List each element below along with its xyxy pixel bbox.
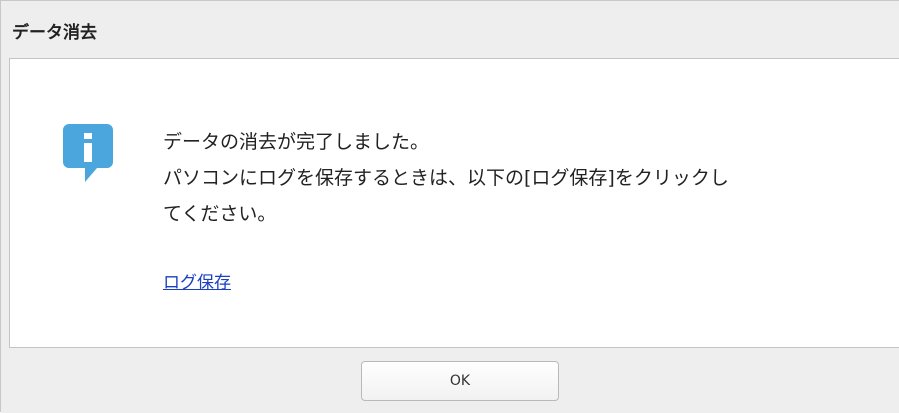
- dialog-title-bar: データ消去: [1, 1, 899, 55]
- completion-message: データの消去が完了しました。 パソコンにログを保存するときは、以下の[ログ保存]…: [163, 124, 893, 232]
- message-line-3: てください。: [163, 203, 277, 225]
- message-line-1: データの消去が完了しました。: [163, 131, 430, 153]
- data-erase-dialog: データ消去 データの消去が完了しました。 パソコンにログを保存するときは、以下の…: [0, 0, 899, 413]
- dialog-title: データ消去: [12, 23, 97, 43]
- message-line-2: パソコンにログを保存するときは、以下の[ログ保存]をクリックし: [163, 167, 729, 189]
- ok-button[interactable]: OK: [361, 361, 559, 401]
- info-icon: [63, 124, 113, 182]
- dialog-content: データの消去が完了しました。 パソコンにログを保存するときは、以下の[ログ保存]…: [9, 58, 899, 348]
- dialog-footer: OK: [1, 349, 899, 413]
- save-log-link[interactable]: ログ保存: [163, 271, 231, 295]
